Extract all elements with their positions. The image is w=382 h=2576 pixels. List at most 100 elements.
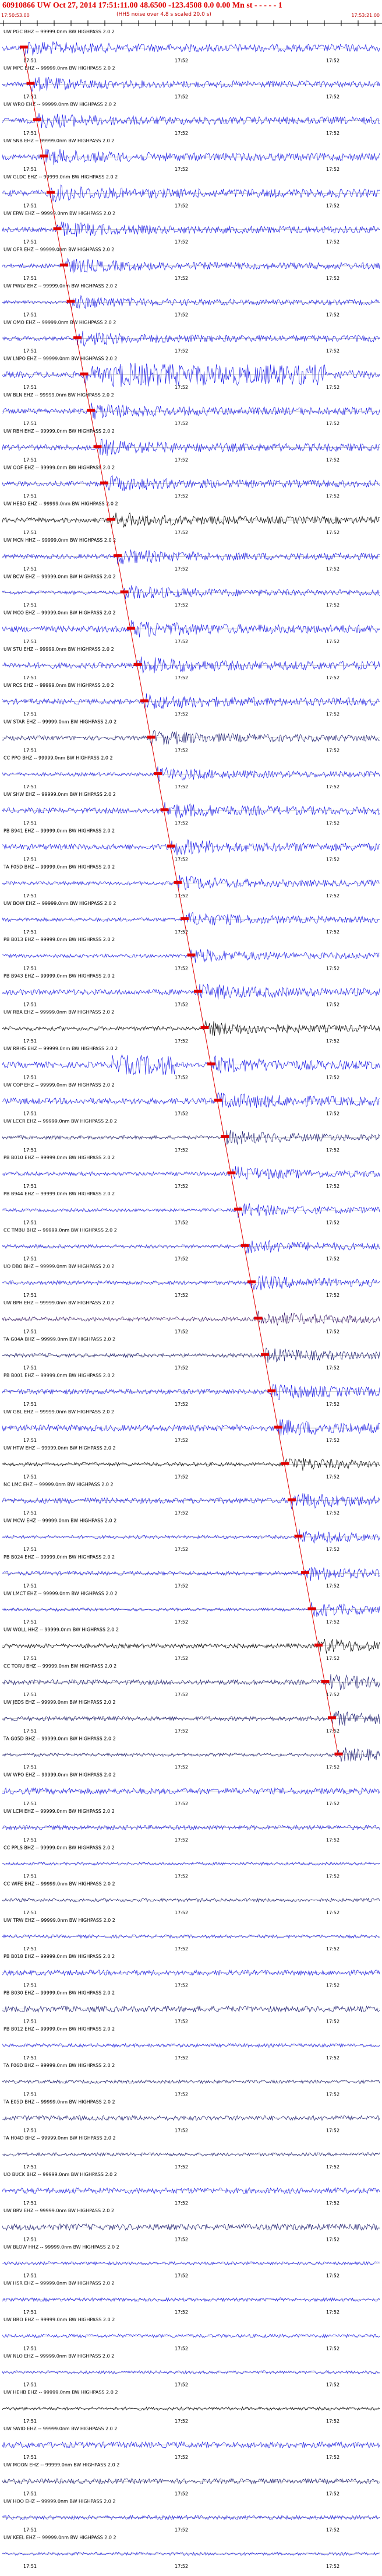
tick-label: 17:52 bbox=[326, 1111, 339, 1117]
station-label: UW ERW EHZ -- 99999.0nm BW HIGHPASS 2.0 … bbox=[3, 210, 115, 216]
tick-label: 17:51 bbox=[23, 1147, 37, 1153]
phase-pick-marker bbox=[181, 917, 189, 921]
tick-label: 17:52 bbox=[175, 1257, 188, 1262]
tick-label: 17:51 bbox=[23, 2310, 37, 2315]
tick-label: 17:52 bbox=[326, 1874, 339, 1879]
tick-label: 17:51 bbox=[23, 2346, 37, 2351]
station-label: CC PPO BHZ -- 99999.0nm BW HIGHPASS 2.0 … bbox=[3, 756, 113, 761]
tick-label: 17:52 bbox=[326, 1982, 339, 1988]
seismic-waveform bbox=[2, 41, 380, 56]
station-label: UW LCCR EHZ -- 99999.0nm BW HIGHPASS 2.0… bbox=[3, 1119, 117, 1124]
tick-label: 17:52 bbox=[326, 494, 339, 499]
tick-label: 17:52 bbox=[326, 2528, 339, 2533]
tick-label: 17:52 bbox=[175, 2310, 188, 2315]
tick-label: 17:51 bbox=[23, 2491, 37, 2496]
tick-label: 17:52 bbox=[326, 240, 339, 245]
trace-row: UW BPH EHZ -- 99999.0nm BW HIGHPASS 2.0 … bbox=[2, 1300, 380, 1334]
phase-pick-marker bbox=[87, 409, 95, 412]
tick-label: 17:52 bbox=[175, 2091, 188, 2097]
tick-label: 17:51 bbox=[23, 1293, 37, 1298]
tick-label: 17:51 bbox=[23, 820, 37, 826]
tick-label: 17:51 bbox=[23, 494, 37, 499]
tick-label: 17:51 bbox=[23, 203, 37, 208]
phase-pick-marker bbox=[200, 1026, 209, 1029]
tick-label: 17:52 bbox=[175, 1111, 188, 1117]
station-label: UW BLN EHZ -- 99999.0nm BW HIGHPASS 2.0 … bbox=[3, 392, 114, 398]
tick-label: 17:52 bbox=[326, 58, 339, 63]
tick-label: 17:52 bbox=[175, 566, 188, 571]
station-label: UW GBL EHZ -- 99999.0nm BW HIGHPASS 2.0 … bbox=[3, 1409, 114, 1415]
phase-pick-marker bbox=[60, 263, 68, 266]
tick-label: 17:51 bbox=[23, 1656, 37, 1661]
trace-row: UW SNB EHZ -- 99999.0nm BW HIGHPASS 2.0 … bbox=[2, 138, 380, 172]
seismic-waveform bbox=[2, 875, 380, 891]
tick-label: 17:52 bbox=[326, 1002, 339, 1008]
tick-label: 17:52 bbox=[326, 131, 339, 136]
tick-label: 17:51 bbox=[23, 1474, 37, 1479]
tick-label: 17:52 bbox=[175, 1438, 188, 1443]
phase-pick-marker bbox=[33, 118, 41, 121]
station-label: UW TRW EHZ -- 99999.0nm BW HIGHPASS 2.0 … bbox=[3, 1918, 115, 1923]
tick-label: 17:51 bbox=[23, 1220, 37, 1225]
tick-label: 17:52 bbox=[175, 94, 188, 100]
tick-label: 17:52 bbox=[326, 748, 339, 753]
trace-row: UW PWLV EHZ -- 99999.0nm BW HIGHPASS 2.0… bbox=[2, 283, 380, 317]
trace-row: UW GBL EHZ -- 99999.0nm BW HIGHPASS 2.0 … bbox=[2, 1409, 380, 1443]
tick-label: 17:52 bbox=[175, 2346, 188, 2351]
trace-row: UW COP EHZ -- 99999.0nm BW HIGHPASS 2.0 … bbox=[2, 1082, 380, 1117]
trace-row: UW STU EHZ -- 99999.0nm BW HIGHPASS 2.0 … bbox=[2, 647, 380, 680]
tick-label: 17:52 bbox=[175, 1801, 188, 1806]
phase-pick-marker bbox=[154, 771, 162, 775]
trace-row: UO BUCK BHZ -- 99999.0nm BW HIGHPASS 2.0… bbox=[2, 2172, 380, 2206]
trace-row: UW LCCR EHZ -- 99999.0nm BW HIGHPASS 2.0… bbox=[2, 1119, 380, 1153]
tick-label: 17:51 bbox=[23, 857, 37, 862]
tick-label: 17:51 bbox=[23, 1511, 37, 1516]
tick-label: 17:52 bbox=[175, 131, 188, 136]
tick-label: 17:52 bbox=[326, 276, 339, 281]
tick-label: 17:52 bbox=[326, 1728, 339, 1733]
tick-label: 17:51 bbox=[23, 1692, 37, 1697]
phase-pick-marker bbox=[307, 1607, 316, 1610]
trace-row: PB B001 EHZ -- 99999.0nm BW HIGHPASS 2.0… bbox=[2, 1373, 380, 1407]
tick-label: 17:52 bbox=[326, 1366, 339, 1371]
tick-label: 17:52 bbox=[175, 2273, 188, 2279]
tick-label: 17:52 bbox=[326, 784, 339, 789]
trace-row: UW MOON EHZ -- 99999.0nm BW HIGHPASS 2.0… bbox=[2, 2462, 380, 2496]
station-label: UW WOLL HHZ -- 99999.0nm BW HIGHPASS 2.0… bbox=[3, 1627, 119, 1633]
tick-label: 17:51 bbox=[23, 1075, 37, 1080]
trace-row: TA G04A BHZ -- 99999.0nm BW HIGHPASS 2.0… bbox=[2, 1336, 380, 1371]
station-label: CC PPLS BHZ -- 99999.0nm BW HIGHPASS 2.0… bbox=[3, 1845, 115, 1850]
tick-label: 17:52 bbox=[175, 1656, 188, 1661]
phase-pick-marker bbox=[40, 155, 48, 158]
tick-label: 17:52 bbox=[175, 2164, 188, 2170]
tick-label: 17:52 bbox=[326, 857, 339, 862]
tick-label: 17:51 bbox=[23, 2201, 37, 2206]
tick-label: 17:52 bbox=[326, 1946, 339, 1952]
tick-label: 17:51 bbox=[23, 639, 37, 644]
tick-label: 17:52 bbox=[326, 1583, 339, 1588]
trace-row: UW RCS EHZ -- 99999.0nm BW HIGHPASS 2.0 … bbox=[2, 683, 380, 717]
tick-label: 17:52 bbox=[175, 276, 188, 281]
tick-label: 17:51 bbox=[23, 421, 37, 426]
tick-label: 17:51 bbox=[23, 1438, 37, 1443]
seismic-waveform bbox=[2, 1419, 380, 1436]
station-label: UW MCN HHZ -- 99999.0nm BW HIGHPASS 2.0 … bbox=[3, 538, 116, 543]
tick-label: 17:52 bbox=[326, 2455, 339, 2460]
trace-row: UW STAR EHZ -- 99999.0nm BW HIGHPASS 2.0… bbox=[2, 719, 380, 753]
station-label: UW MOON EHZ -- 99999.0nm BW HIGHPASS 2.0… bbox=[3, 2462, 119, 2468]
tick-label: 17:52 bbox=[326, 1329, 339, 1334]
tick-label: 17:52 bbox=[175, 1620, 188, 1625]
seismic-waveform bbox=[2, 693, 380, 709]
tick-label: 17:52 bbox=[175, 2128, 188, 2133]
station-label: PB B944 EHZ -- 99999.0nm BW HIGHPASS 2.0… bbox=[3, 1191, 115, 1196]
start-time: 17:50:53.00 bbox=[1, 13, 30, 18]
phase-pick-marker bbox=[66, 300, 75, 303]
tick-label: 17:51 bbox=[23, 1402, 37, 1407]
tick-label: 17:52 bbox=[175, 784, 188, 789]
station-label: CC TMBU BHZ -- 99999.0nm BW HIGHPASS 2.0… bbox=[3, 1227, 117, 1233]
tick-label: 17:51 bbox=[23, 1366, 37, 1371]
trace-row: UW BRV EHZ -- 99999.0nm BW HIGHPASS 2.0 … bbox=[2, 2208, 380, 2242]
tick-label: 17:52 bbox=[175, 1002, 188, 1008]
station-label: UW HEHB EHZ -- 99999.0nm BW HIGHPASS 2.0… bbox=[3, 2390, 118, 2395]
trace-row: UW ERW EHZ -- 99999.0nm BW HIGHPASS 2.0 … bbox=[2, 210, 380, 245]
